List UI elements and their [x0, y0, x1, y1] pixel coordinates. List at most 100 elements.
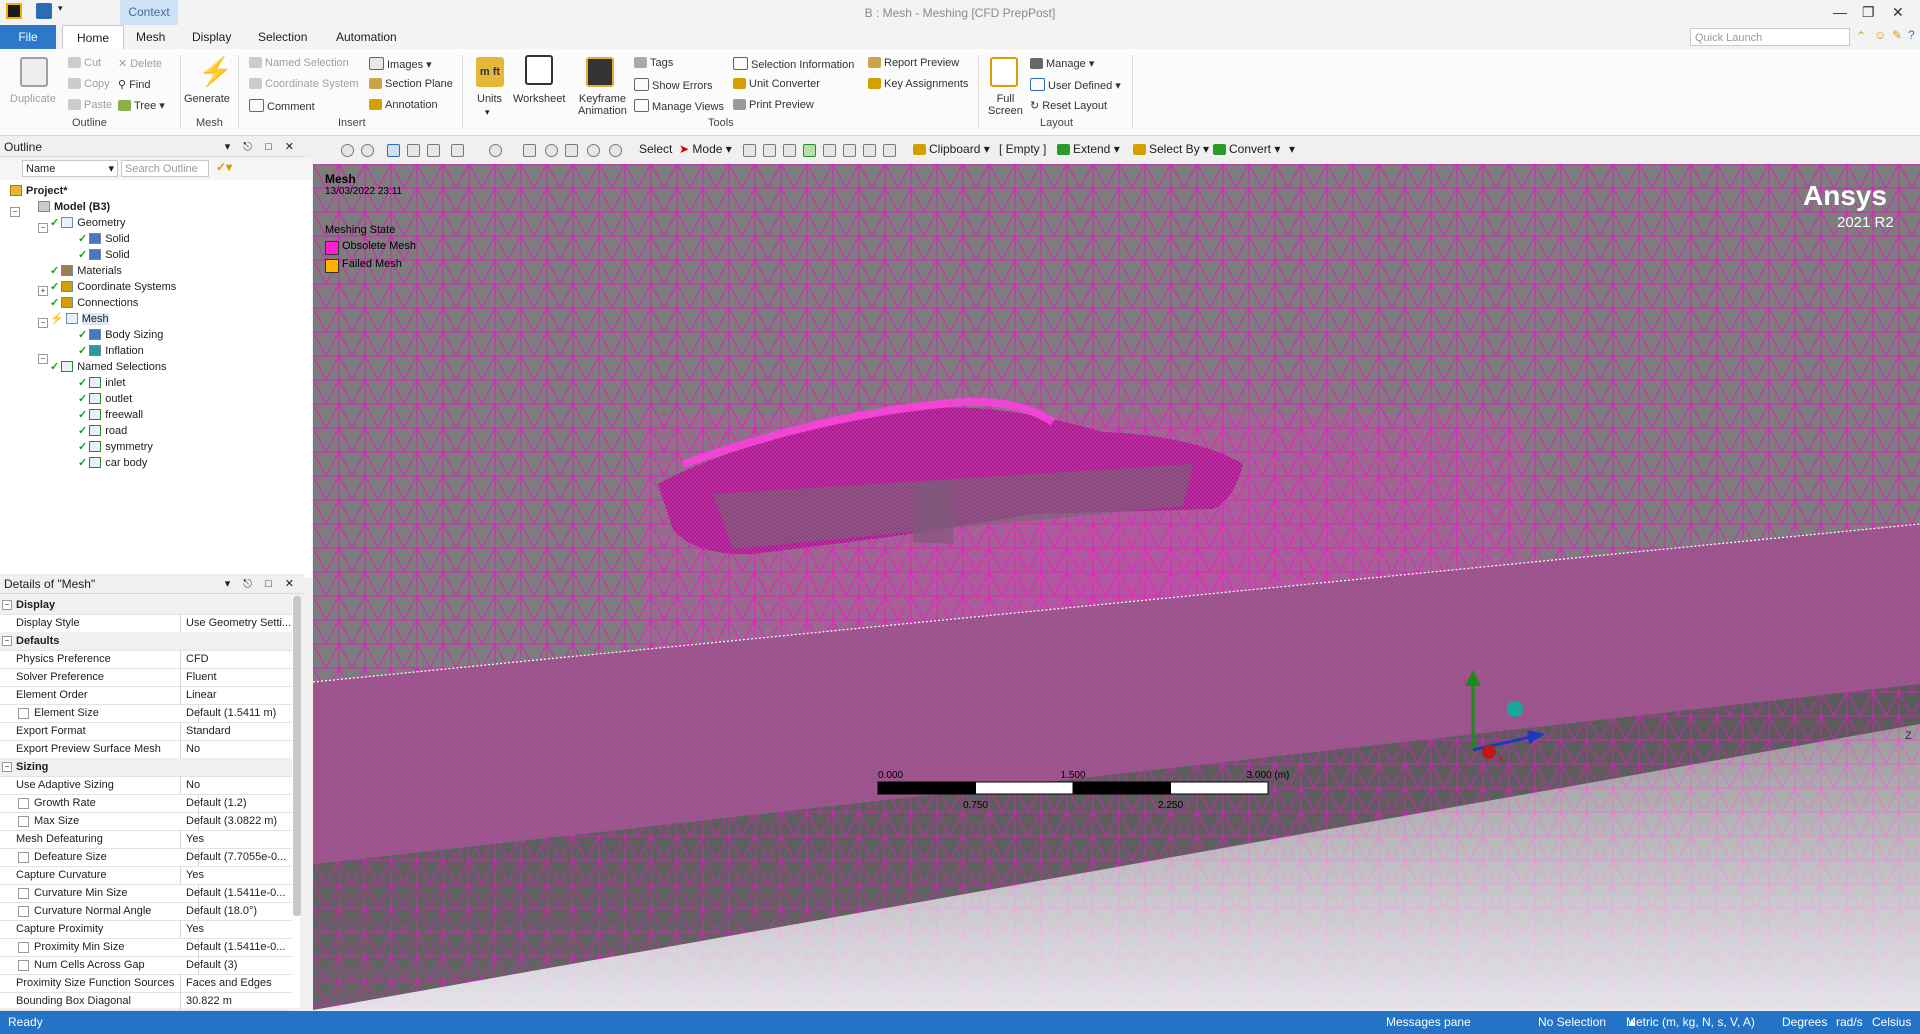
details-value[interactable]: CFD — [186, 650, 292, 668]
details-pane-controls[interactable]: ▾ ⎋ □ ✕ — [225, 574, 299, 594]
details-value[interactable]: Linear — [186, 686, 292, 704]
tree-item-outlet[interactable]: ✓ outlet — [78, 391, 132, 407]
details-value[interactable]: Faces and Edges — [186, 974, 292, 992]
tab-selection[interactable]: Selection — [244, 25, 321, 49]
keyframe-animation-button[interactable]: Keyframe Animation — [578, 93, 627, 117]
details-row[interactable]: Element Size Default (1.5411 m) — [0, 704, 292, 723]
tree-item-inlet[interactable]: ✓ inlet — [78, 375, 125, 391]
details-value[interactable]: Fluent — [186, 668, 292, 686]
select-mesh-icon[interactable] — [863, 144, 876, 157]
smiley-icon[interactable]: ☺ — [1874, 28, 1886, 42]
details-value[interactable]: Default (3) — [186, 956, 292, 974]
tree-button[interactable]: Tree ▾ — [118, 99, 165, 112]
expander-icon[interactable]: − — [38, 318, 48, 328]
details-category[interactable]: − Sizing — [0, 758, 292, 777]
details-row[interactable]: Export Preview Surface Mesh No — [0, 740, 292, 759]
pan-icon[interactable] — [523, 144, 536, 157]
tree-item-inflation[interactable]: ✓ Inflation — [78, 343, 144, 359]
mode-dropdown[interactable]: ➤ Mode ▾ — [679, 142, 732, 156]
zoom-icon[interactable] — [545, 144, 558, 157]
tree-item-freewall[interactable]: ✓ freewall — [78, 407, 143, 423]
details-row[interactable]: Export Format Standard — [0, 722, 292, 741]
restore-button[interactable]: ❐ — [1862, 4, 1875, 21]
user-defined-button[interactable]: User Defined ▾ — [1030, 78, 1121, 92]
details-row[interactable]: Solver Preference Fluent — [0, 668, 292, 687]
details-row[interactable]: Bounding Box Diagonal 30.822 m — [0, 992, 292, 1011]
toolbar-overflow-icon[interactable]: ▾ — [1289, 142, 1295, 156]
details-row[interactable]: Mesh Defeaturing Yes — [0, 830, 292, 849]
tree-item-road[interactable]: ✓ road — [78, 423, 127, 439]
select-button[interactable]: Select — [639, 142, 672, 156]
angle-unit[interactable]: Degrees — [1782, 1011, 1827, 1034]
tree-item-solid[interactable]: ✓ Solid — [78, 247, 130, 263]
tab-file[interactable]: File — [0, 25, 56, 49]
expander-icon[interactable]: − — [38, 223, 48, 233]
help-icon[interactable]: ? — [1908, 28, 1915, 42]
details-row[interactable]: Curvature Min Size Default (1.5411e-0... — [0, 884, 292, 903]
rate-unit[interactable]: rad/s — [1836, 1011, 1863, 1034]
rotate-icon[interactable] — [489, 144, 502, 157]
details-category[interactable]: − Display — [0, 596, 292, 615]
named-selection-button[interactable]: Named Selection — [249, 57, 349, 69]
help-up-icon[interactable]: ⌃ — [1856, 29, 1866, 43]
duplicate-button[interactable]: Duplicate — [10, 93, 56, 105]
outline-pane-controls[interactable]: ▾ ⎋ □ ✕ — [225, 137, 299, 157]
details-value[interactable]: Default (7.7055e-0... — [186, 848, 292, 866]
tab-automation[interactable]: Automation — [322, 25, 411, 49]
details-category[interactable]: − Defaults — [0, 632, 292, 651]
details-row[interactable]: Capture Curvature Yes — [0, 866, 292, 885]
tree-item-car-body[interactable]: ✓ car body — [78, 455, 147, 471]
key-assignments-button[interactable]: Key Assignments — [868, 78, 968, 90]
details-value[interactable]: Default (3.0822 m) — [186, 812, 292, 830]
triad-iso-ball[interactable] — [1507, 701, 1523, 717]
manage-views-button[interactable]: Manage Views — [634, 99, 724, 113]
details-value[interactable]: Use Geometry Setti... — [186, 614, 292, 632]
tree-item-model[interactable]: Model (B3) — [38, 199, 110, 215]
tree-item-body-sizing[interactable]: ✓ Body Sizing — [78, 327, 163, 343]
tree-item-project[interactable]: Project* — [10, 183, 68, 199]
details-row[interactable]: Capture Proximity Yes — [0, 920, 292, 939]
zoom-out-icon[interactable] — [361, 144, 374, 157]
name-filter-select[interactable]: Name ▾ — [22, 160, 118, 177]
close-button[interactable]: ✕ — [1892, 4, 1904, 21]
zoom-in-icon[interactable] — [341, 144, 354, 157]
details-row[interactable]: Num Cells Across Gap Default (3) — [0, 956, 292, 975]
reset-layout-button[interactable]: ↻ Reset Layout — [1030, 99, 1107, 112]
extend-dropdown[interactable]: Extend ▾ — [1057, 142, 1120, 156]
parameter-checkbox[interactable] — [18, 942, 29, 953]
select-edge-icon[interactable] — [763, 144, 776, 157]
tags-button[interactable]: Tags — [634, 57, 673, 69]
units-dropdown-icon[interactable]: ▾ — [485, 107, 490, 118]
search-outline-input[interactable]: Search Outline — [121, 160, 209, 177]
parameter-checkbox[interactable] — [18, 888, 29, 899]
zoom-to-fit-icon[interactable] — [587, 144, 600, 157]
graphics-viewport[interactable]: 0.000 1.500 3.000 (m) 0.750 2.250 Mesh 13/03… — [313, 164, 1920, 1010]
copy-button[interactable]: Copy — [68, 78, 110, 90]
messages-pane-button[interactable]: Messages pane — [1386, 1011, 1471, 1034]
details-row[interactable]: Proximity Size Function Sources Faces and… — [0, 974, 292, 993]
unit-converter-button[interactable]: Unit Converter — [733, 78, 820, 90]
select-element-face-icon[interactable] — [883, 144, 896, 157]
tree-item-symmetry[interactable]: ✓ symmetry — [78, 439, 153, 455]
details-value[interactable]: Default (1.5411e-0... — [186, 884, 292, 902]
units-button[interactable]: Units — [477, 93, 502, 105]
tree-item-coordinate-systems[interactable]: ✓ Coordinate Systems — [50, 279, 176, 295]
display-edges-icon[interactable] — [427, 144, 440, 157]
select-face-icon[interactable] — [783, 144, 796, 157]
temperature-unit[interactable]: Celsius — [1872, 1011, 1911, 1034]
paste-button[interactable]: Paste — [68, 99, 112, 111]
full-screen-button[interactable]: Full Screen — [988, 93, 1023, 117]
filter-options-icon[interactable]: ✓▾ — [216, 160, 232, 174]
details-value[interactable]: No — [186, 740, 292, 758]
report-preview-button[interactable]: Report Preview — [868, 57, 959, 69]
tree-item-geometry[interactable]: ✓ Geometry — [50, 215, 126, 231]
details-value[interactable]: Standard — [186, 722, 292, 740]
tree-item-solid[interactable]: ✓ Solid — [78, 231, 130, 247]
convert-dropdown[interactable]: Convert ▾ — [1213, 142, 1280, 156]
expander-icon[interactable]: − — [38, 354, 48, 364]
parameter-checkbox[interactable] — [18, 906, 29, 917]
details-value[interactable]: Yes — [186, 866, 292, 884]
details-row[interactable]: Use Adaptive Sizing No — [0, 776, 292, 795]
details-value[interactable]: Yes — [186, 830, 292, 848]
tree-item-named-selections[interactable]: ✓ Named Selections — [50, 359, 167, 375]
